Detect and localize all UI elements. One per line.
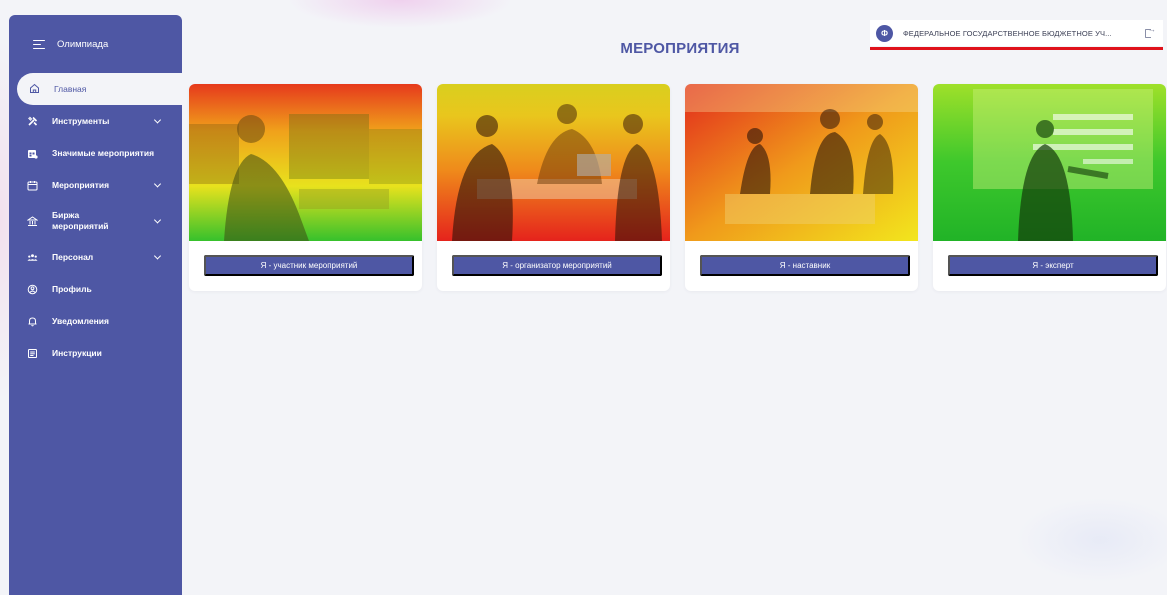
- sidebar-item-notifications[interactable]: Уведомления: [9, 305, 182, 337]
- sidebar-item-label: Мероприятия: [52, 180, 110, 190]
- organizer-role-button[interactable]: Я - организатор мероприятий: [452, 255, 662, 276]
- role-card-participant: Я - участник мероприятий: [189, 84, 422, 291]
- participant-role-button[interactable]: Я - участник мероприятий: [204, 255, 414, 276]
- sidebar-item-label: Биржа мероприятий: [52, 210, 109, 231]
- sidebar-item-events-exchange[interactable]: Биржа мероприятий: [9, 201, 182, 241]
- bell-icon: [27, 316, 38, 327]
- sidebar-item-home[interactable]: Главная: [17, 73, 182, 105]
- sidebar-header: Олимпиада: [9, 15, 182, 73]
- mentor-role-button[interactable]: Я - наставник: [700, 255, 910, 276]
- app-title: Олимпиада: [57, 38, 109, 50]
- sidebar-item-label: Уведомления: [52, 316, 109, 326]
- sidebar-item-tools[interactable]: Инструменты: [9, 105, 182, 137]
- sidebar-item-label: Профиль: [52, 284, 92, 294]
- document-icon: [27, 348, 38, 359]
- boy-at-workbench-photo: [189, 84, 422, 241]
- role-card-expert: Я - эксперт: [933, 84, 1166, 291]
- sidebar: Олимпиада Главная Инструменты Значимые м…: [9, 15, 182, 595]
- speaker-on-stage-photo: [933, 84, 1166, 241]
- menu-icon[interactable]: [33, 39, 45, 49]
- role-card-organizer: Я - организатор мероприятий: [437, 84, 670, 291]
- organization-selector[interactable]: Ф ФЕДЕРАЛЬНОЕ ГОСУДАРСТВЕННОЕ БЮДЖЕТНОЕ …: [870, 20, 1163, 50]
- home-icon: [29, 83, 40, 96]
- role-card-mentor: Я - наставник: [685, 84, 918, 291]
- meeting-at-table-photo: [437, 84, 670, 241]
- workshop-group-photo: [685, 84, 918, 241]
- sidebar-item-staff[interactable]: Персонал: [9, 241, 182, 273]
- sidebar-item-label: Персонал: [52, 252, 94, 262]
- sidebar-item-events[interactable]: Мероприятия: [9, 169, 182, 201]
- people-icon: [27, 252, 38, 263]
- chevron-down-icon: [153, 116, 162, 124]
- profile-icon: [27, 284, 38, 295]
- sidebar-item-label: Инструкции: [52, 348, 102, 358]
- exchange-icon: [27, 215, 38, 227]
- sidebar-item-instructions[interactable]: Инструкции: [9, 337, 182, 369]
- calendar-icon: [27, 180, 38, 191]
- chevron-down-icon: [153, 252, 162, 260]
- chevron-down-icon: [153, 180, 162, 188]
- tools-icon: [27, 116, 38, 127]
- org-avatar: Ф: [876, 24, 893, 42]
- calendar-star-icon: [27, 148, 38, 159]
- expert-role-button[interactable]: Я - эксперт: [948, 255, 1158, 276]
- org-name: ФЕДЕРАЛЬНОЕ ГОСУДАРСТВЕННОЕ БЮДЖЕТНОЕ УЧ…: [903, 28, 1112, 38]
- sidebar-item-significant-events[interactable]: Значимые мероприятия: [9, 137, 182, 169]
- sidebar-item-profile[interactable]: Профиль: [9, 273, 182, 305]
- sidebar-item-label: Главная: [54, 84, 87, 94]
- chevron-down-icon: [153, 216, 162, 224]
- page-title: МЕРОПРИЯТИЯ: [620, 40, 740, 57]
- logout-icon[interactable]: [1145, 25, 1156, 38]
- sidebar-item-label: Инструменты: [52, 116, 110, 126]
- sidebar-item-label: Значимые мероприятия: [52, 148, 155, 158]
